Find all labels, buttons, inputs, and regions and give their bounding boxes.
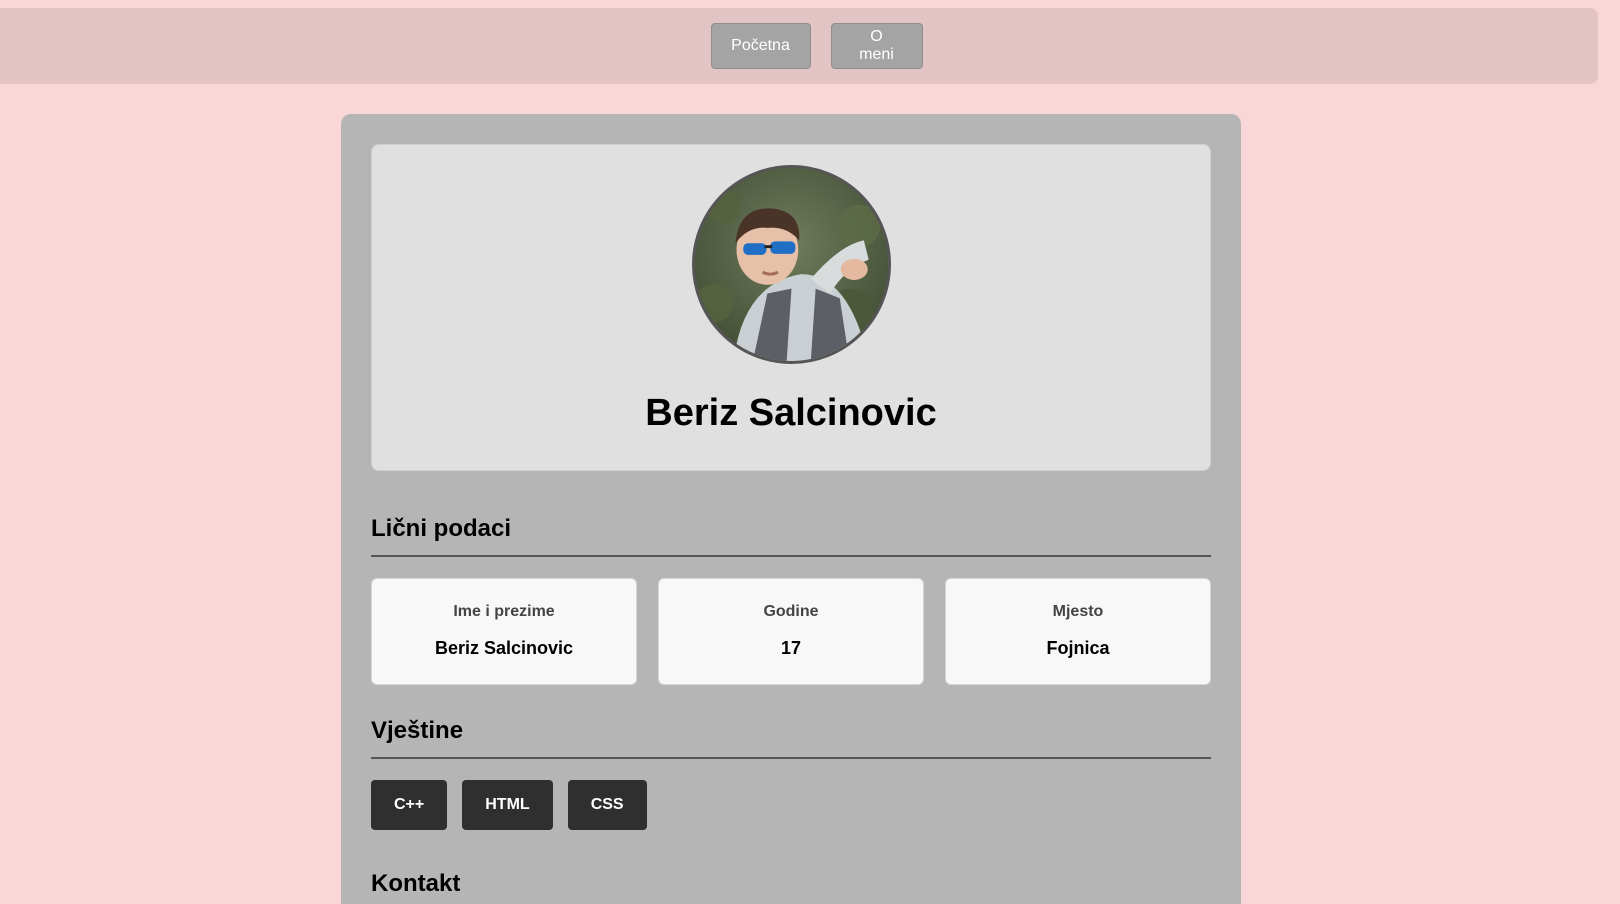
skills-row: C++ HTML CSS — [371, 780, 1211, 830]
profile-card: Beriz Salcinovic Lični podaci Ime i prez… — [341, 114, 1241, 904]
skill-chip-html: HTML — [462, 780, 553, 830]
avatar-photo — [694, 168, 888, 361]
info-card-age: Godine 17 — [658, 578, 924, 685]
info-value: 17 — [780, 638, 802, 658]
info-label: Godine — [763, 603, 819, 620]
profile-header: Beriz Salcinovic — [371, 144, 1211, 471]
info-label: Mjesto — [1052, 603, 1104, 620]
section-title-personal: Lični podaci — [371, 515, 1211, 557]
info-card-name: Ime i prezime Beriz Salcinovic — [371, 578, 637, 685]
avatar — [691, 165, 891, 364]
info-value: Fojnica — [1046, 638, 1110, 658]
top-navbar: Početna O meni — [0, 8, 1598, 84]
info-value: Beriz Salcinovic — [434, 638, 574, 658]
nav-about-button[interactable]: O meni — [830, 23, 923, 69]
personal-info-row: Ime i prezime Beriz Salcinovic Godine 17… — [371, 578, 1211, 685]
nav-home-button[interactable]: Početna — [710, 23, 811, 69]
page: Početna O meni Beriz Salcinovic Lični po… — [0, 0, 1620, 904]
skill-chip-css: CSS — [567, 780, 647, 830]
profile-name: Beriz Salcinovic — [645, 392, 937, 434]
info-label: Ime i prezime — [453, 603, 555, 620]
info-card-location: Mjesto Fojnica — [945, 578, 1211, 685]
section-title-contact: Kontakt — [371, 870, 461, 897]
skill-chip-cpp: C++ — [371, 780, 448, 830]
section-title-skills: Vještine — [371, 717, 1211, 759]
